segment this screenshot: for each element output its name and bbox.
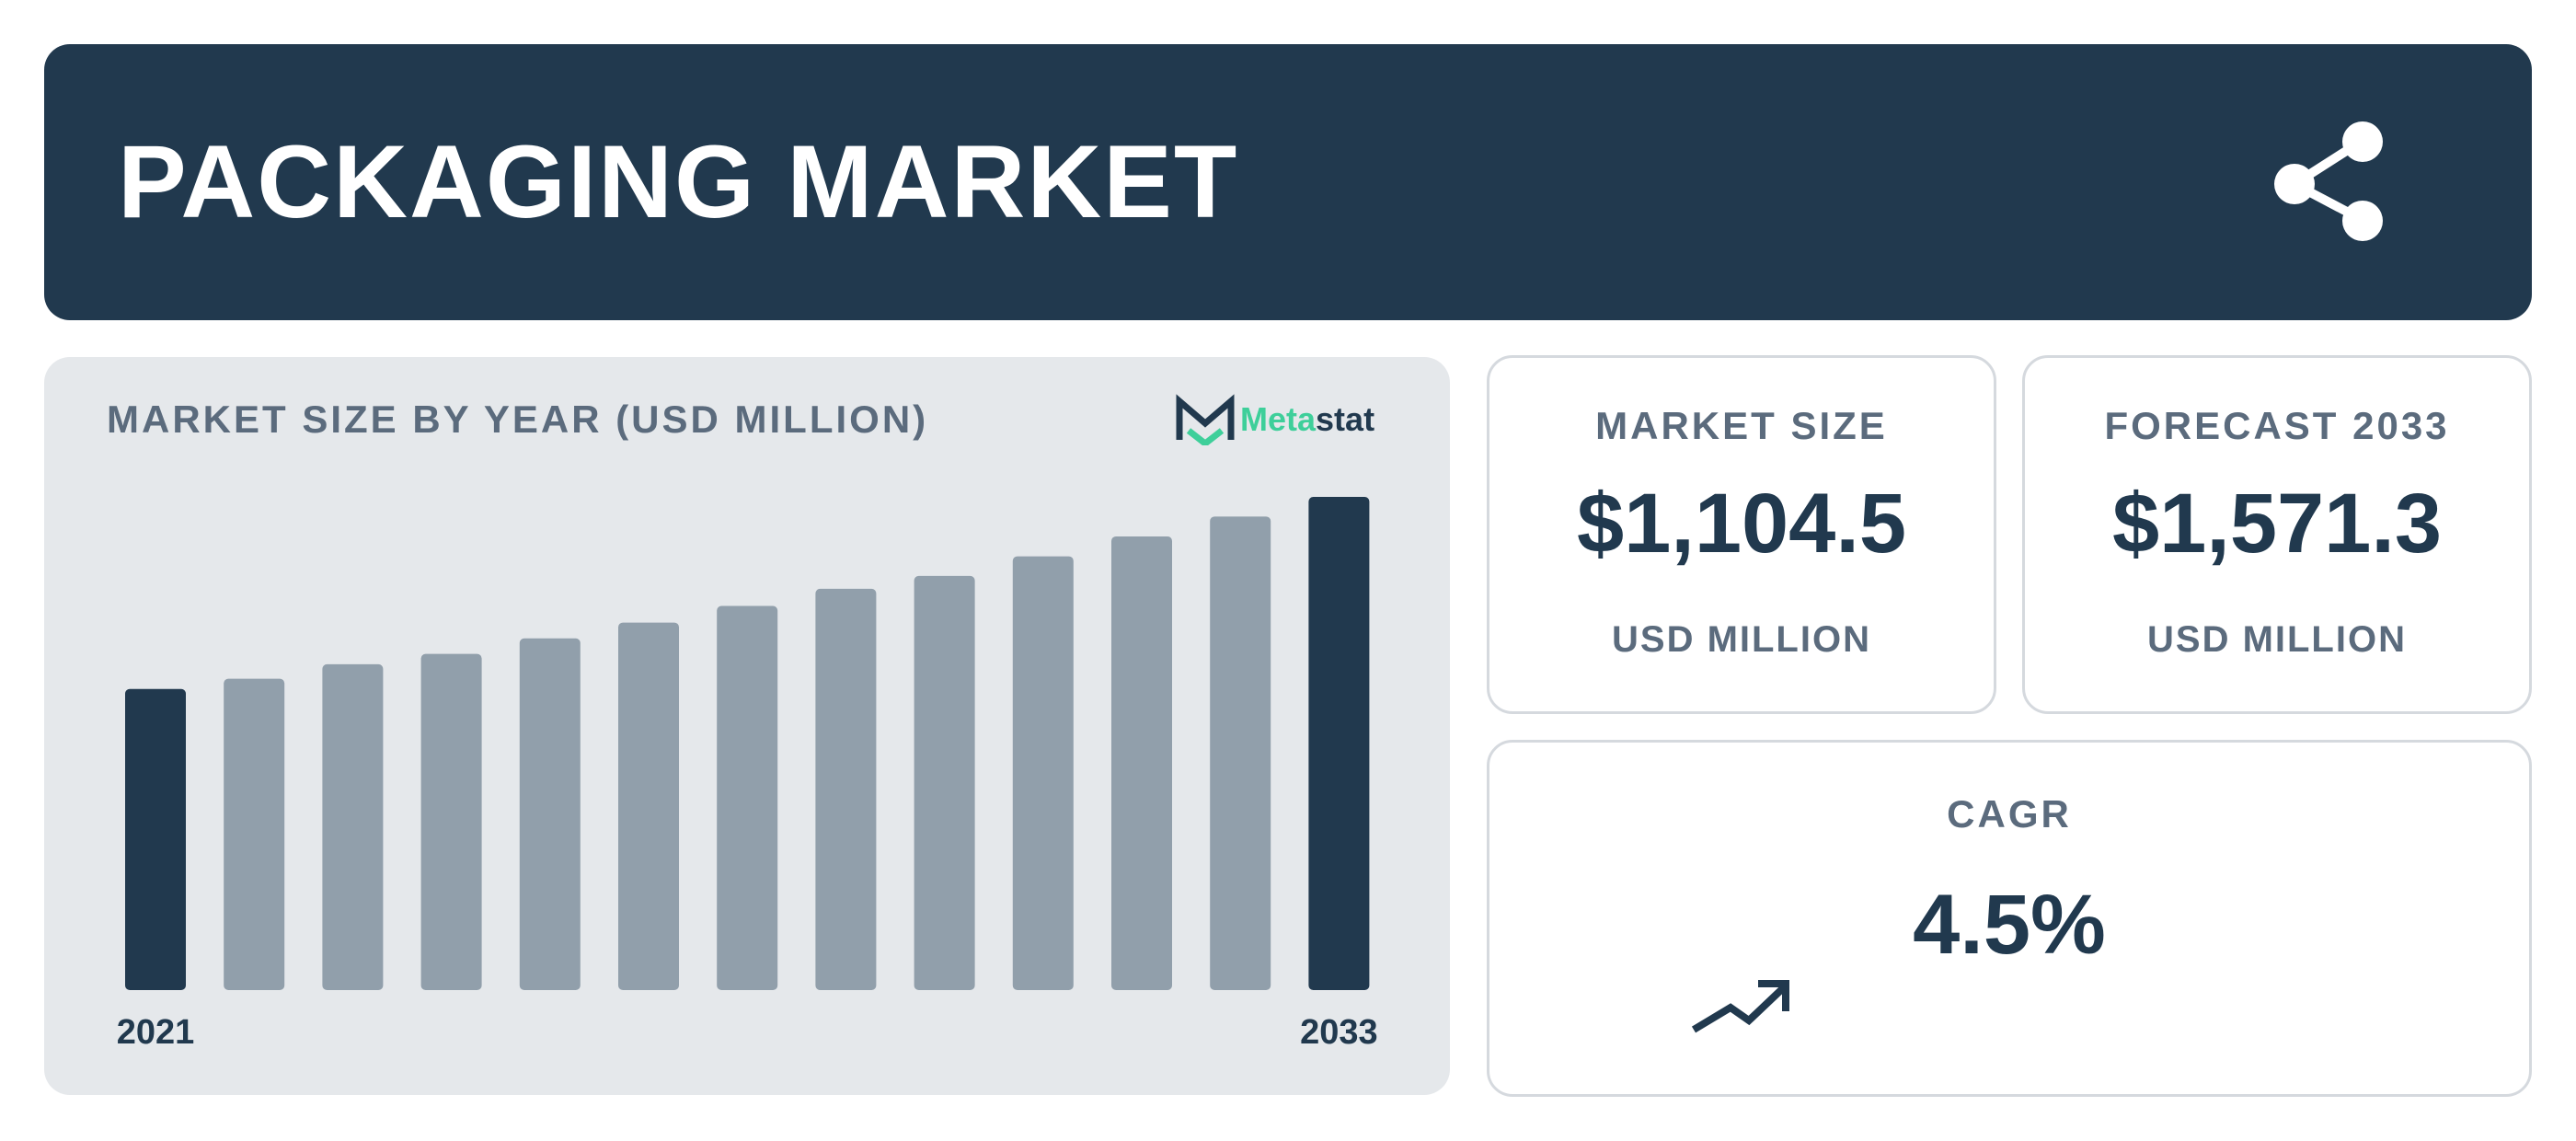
cagr-value: 4.5%	[1913, 878, 2106, 972]
bar-2027	[717, 605, 778, 990]
bar-chart: 2021 2033	[117, 497, 1378, 1052]
bar-2028	[815, 588, 877, 990]
header-banner: PACKAGING MARKET	[44, 44, 2532, 320]
chart-panel: MARKET SIZE BY YEAR (USD MILLION) Metast…	[44, 357, 1450, 1095]
market-size-value: $1,104.5	[1576, 477, 1907, 570]
bar-2024	[420, 653, 482, 990]
bar-2023	[322, 663, 384, 990]
bar-2031	[1111, 536, 1172, 990]
share-icon[interactable]	[2271, 118, 2399, 247]
bar-2026	[618, 622, 679, 990]
bar-2025	[519, 638, 581, 990]
market-size-label: MARKET SIZE	[1595, 404, 1888, 447]
bar-2029	[914, 575, 975, 990]
page-title: PACKAGING MARKET	[118, 124, 1239, 239]
forecast-value: $1,571.3	[2111, 477, 2443, 570]
bar-2022	[224, 678, 285, 990]
forecast-unit: USD MILLION	[2147, 619, 2407, 660]
bar-2021	[125, 688, 186, 990]
bar-2032	[1210, 516, 1271, 990]
bar-2030	[1012, 556, 1074, 990]
market-size-unit: USD MILLION	[1612, 619, 1871, 660]
bar-2033	[1308, 497, 1370, 990]
cagr-card: CAGR 4.5%	[1487, 740, 2532, 1097]
x-tick-label-2021: 2021	[117, 1013, 195, 1052]
market-size-card: MARKET SIZE $1,104.5 USD MILLION	[1487, 355, 1996, 714]
forecast-label: FORECAST 2033	[2104, 404, 2450, 447]
forecast-card: FORECAST 2033 $1,571.3 USD MILLION	[2022, 355, 2532, 714]
cagr-label: CAGR	[1947, 792, 2072, 836]
trend-up-icon	[1691, 980, 1789, 1033]
x-tick-label-2033: 2033	[1300, 1013, 1378, 1052]
